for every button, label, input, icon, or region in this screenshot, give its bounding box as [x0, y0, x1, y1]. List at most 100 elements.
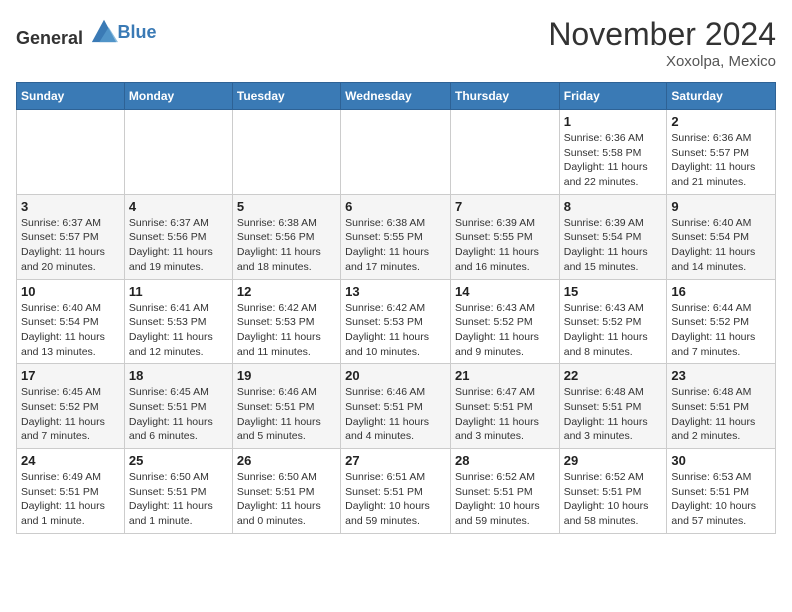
calendar-header-row: SundayMondayTuesdayWednesdayThursdayFrid…: [17, 83, 776, 110]
day-number: 24: [21, 453, 120, 468]
month-title: November 2024: [548, 16, 776, 53]
day-info: Sunrise: 6:46 AMSunset: 5:51 PMDaylight:…: [237, 385, 336, 444]
day-number: 6: [345, 199, 446, 214]
calendar-cell: 7 Sunrise: 6:39 AMSunset: 5:55 PMDaylight…: [450, 194, 559, 279]
day-info: Sunrise: 6:44 AMSunset: 5:52 PMDaylight:…: [671, 301, 771, 360]
calendar-week-row: 24 Sunrise: 6:49 AMSunset: 5:51 PMDayligh…: [17, 449, 776, 534]
calendar-cell: 15 Sunrise: 6:43 AMSunset: 5:52 PMDayligh…: [559, 279, 667, 364]
calendar-table: SundayMondayTuesdayWednesdayThursdayFrid…: [16, 82, 776, 534]
location: Xoxolpa, Mexico: [548, 53, 776, 70]
day-info: Sunrise: 6:38 AMSunset: 5:56 PMDaylight:…: [237, 216, 336, 275]
day-number: 16: [671, 284, 771, 299]
calendar-cell: 23 Sunrise: 6:48 AMSunset: 5:51 PMDayligh…: [667, 364, 776, 449]
day-info: Sunrise: 6:37 AMSunset: 5:56 PMDaylight:…: [129, 216, 228, 275]
day-number: 12: [237, 284, 336, 299]
calendar-cell: [232, 110, 340, 195]
day-info: Sunrise: 6:43 AMSunset: 5:52 PMDaylight:…: [564, 301, 663, 360]
calendar-cell: 13 Sunrise: 6:42 AMSunset: 5:53 PMDayligh…: [341, 279, 451, 364]
calendar-week-row: 3Sunrise: 6:37 AMSunset: 5:57 PMDaylight…: [17, 194, 776, 279]
calendar-cell: 6 Sunrise: 6:38 AMSunset: 5:55 PMDaylight…: [341, 194, 451, 279]
day-number: 17: [21, 368, 120, 383]
day-number: 3: [21, 199, 120, 214]
day-number: 23: [671, 368, 771, 383]
day-number: 13: [345, 284, 446, 299]
day-info: Sunrise: 6:38 AMSunset: 5:55 PMDaylight:…: [345, 216, 446, 275]
calendar-cell: [124, 110, 232, 195]
day-info: Sunrise: 6:47 AMSunset: 5:51 PMDaylight:…: [455, 385, 555, 444]
day-header-wednesday: Wednesday: [341, 83, 451, 110]
page-header: General Blue November 2024 Xoxolpa, Mexi…: [16, 16, 776, 70]
title-area: November 2024 Xoxolpa, Mexico: [548, 16, 776, 70]
day-number: 1: [564, 114, 663, 129]
day-header-friday: Friday: [559, 83, 667, 110]
day-info: Sunrise: 6:42 AMSunset: 5:53 PMDaylight:…: [237, 301, 336, 360]
calendar-cell: 21 Sunrise: 6:47 AMSunset: 5:51 PMDayligh…: [450, 364, 559, 449]
day-header-sunday: Sunday: [17, 83, 125, 110]
day-number: 7: [455, 199, 555, 214]
day-info: Sunrise: 6:45 AMSunset: 5:51 PMDaylight:…: [129, 385, 228, 444]
day-header-tuesday: Tuesday: [232, 83, 340, 110]
calendar-cell: [341, 110, 451, 195]
day-header-thursday: Thursday: [450, 83, 559, 110]
calendar-cell: 1 Sunrise: 6:36 AMSunset: 5:58 PMDaylight…: [559, 110, 667, 195]
calendar-cell: 16 Sunrise: 6:44 AMSunset: 5:52 PMDayligh…: [667, 279, 776, 364]
day-number: 25: [129, 453, 228, 468]
calendar-cell: 8Sunrise: 6:39 AMSunset: 5:54 PMDaylight…: [559, 194, 667, 279]
logo-icon: [90, 16, 118, 44]
day-number: 2: [671, 114, 771, 129]
day-header-saturday: Saturday: [667, 83, 776, 110]
calendar-cell: 22Sunrise: 6:48 AMSunset: 5:51 PMDayligh…: [559, 364, 667, 449]
day-info: Sunrise: 6:45 AMSunset: 5:52 PMDaylight:…: [21, 385, 120, 444]
logo-blue: Blue: [118, 22, 157, 42]
day-info: Sunrise: 6:49 AMSunset: 5:51 PMDaylight:…: [21, 470, 120, 529]
day-number: 29: [564, 453, 663, 468]
day-number: 28: [455, 453, 555, 468]
day-number: 15: [564, 284, 663, 299]
calendar-cell: 9 Sunrise: 6:40 AMSunset: 5:54 PMDaylight…: [667, 194, 776, 279]
calendar-cell: 11Sunrise: 6:41 AMSunset: 5:53 PMDayligh…: [124, 279, 232, 364]
calendar-cell: 29 Sunrise: 6:52 AMSunset: 5:51 PMDayligh…: [559, 449, 667, 534]
day-info: Sunrise: 6:40 AMSunset: 5:54 PMDaylight:…: [21, 301, 120, 360]
calendar-cell: 26 Sunrise: 6:50 AMSunset: 5:51 PMDayligh…: [232, 449, 340, 534]
day-info: Sunrise: 6:39 AMSunset: 5:55 PMDaylight:…: [455, 216, 555, 275]
day-info: Sunrise: 6:50 AMSunset: 5:51 PMDaylight:…: [237, 470, 336, 529]
calendar-cell: 20Sunrise: 6:46 AMSunset: 5:51 PMDayligh…: [341, 364, 451, 449]
day-header-monday: Monday: [124, 83, 232, 110]
day-number: 4: [129, 199, 228, 214]
calendar-week-row: 10 Sunrise: 6:40 AMSunset: 5:54 PMDayligh…: [17, 279, 776, 364]
day-number: 26: [237, 453, 336, 468]
day-info: Sunrise: 6:43 AMSunset: 5:52 PMDaylight:…: [455, 301, 555, 360]
day-info: Sunrise: 6:50 AMSunset: 5:51 PMDaylight:…: [129, 470, 228, 529]
day-number: 5: [237, 199, 336, 214]
calendar-cell: 2Sunrise: 6:36 AMSunset: 5:57 PMDaylight…: [667, 110, 776, 195]
day-info: Sunrise: 6:48 AMSunset: 5:51 PMDaylight:…: [671, 385, 771, 444]
day-number: 20: [345, 368, 446, 383]
calendar-cell: 18 Sunrise: 6:45 AMSunset: 5:51 PMDayligh…: [124, 364, 232, 449]
day-info: Sunrise: 6:52 AMSunset: 5:51 PMDaylight:…: [455, 470, 555, 529]
day-number: 14: [455, 284, 555, 299]
day-info: Sunrise: 6:53 AMSunset: 5:51 PMDaylight:…: [671, 470, 771, 529]
calendar-cell: 10 Sunrise: 6:40 AMSunset: 5:54 PMDayligh…: [17, 279, 125, 364]
day-info: Sunrise: 6:52 AMSunset: 5:51 PMDaylight:…: [564, 470, 663, 529]
calendar-cell: 27Sunrise: 6:51 AMSunset: 5:51 PMDayligh…: [341, 449, 451, 534]
day-info: Sunrise: 6:36 AMSunset: 5:58 PMDaylight:…: [564, 131, 663, 190]
day-number: 10: [21, 284, 120, 299]
day-number: 9: [671, 199, 771, 214]
day-number: 11: [129, 284, 228, 299]
calendar-cell: 14 Sunrise: 6:43 AMSunset: 5:52 PMDayligh…: [450, 279, 559, 364]
calendar-cell: 28 Sunrise: 6:52 AMSunset: 5:51 PMDayligh…: [450, 449, 559, 534]
calendar-week-row: 1 Sunrise: 6:36 AMSunset: 5:58 PMDaylight…: [17, 110, 776, 195]
day-info: Sunrise: 6:48 AMSunset: 5:51 PMDaylight:…: [564, 385, 663, 444]
day-info: Sunrise: 6:40 AMSunset: 5:54 PMDaylight:…: [671, 216, 771, 275]
day-number: 8: [564, 199, 663, 214]
logo-general: General: [16, 28, 83, 48]
calendar-cell: 24 Sunrise: 6:49 AMSunset: 5:51 PMDayligh…: [17, 449, 125, 534]
day-number: 21: [455, 368, 555, 383]
calendar-cell: 3Sunrise: 6:37 AMSunset: 5:57 PMDaylight…: [17, 194, 125, 279]
calendar-week-row: 17 Sunrise: 6:45 AMSunset: 5:52 PMDayligh…: [17, 364, 776, 449]
calendar-cell: 30Sunrise: 6:53 AMSunset: 5:51 PMDayligh…: [667, 449, 776, 534]
day-number: 18: [129, 368, 228, 383]
day-info: Sunrise: 6:42 AMSunset: 5:53 PMDaylight:…: [345, 301, 446, 360]
day-number: 19: [237, 368, 336, 383]
calendar-cell: 5 Sunrise: 6:38 AMSunset: 5:56 PMDaylight…: [232, 194, 340, 279]
